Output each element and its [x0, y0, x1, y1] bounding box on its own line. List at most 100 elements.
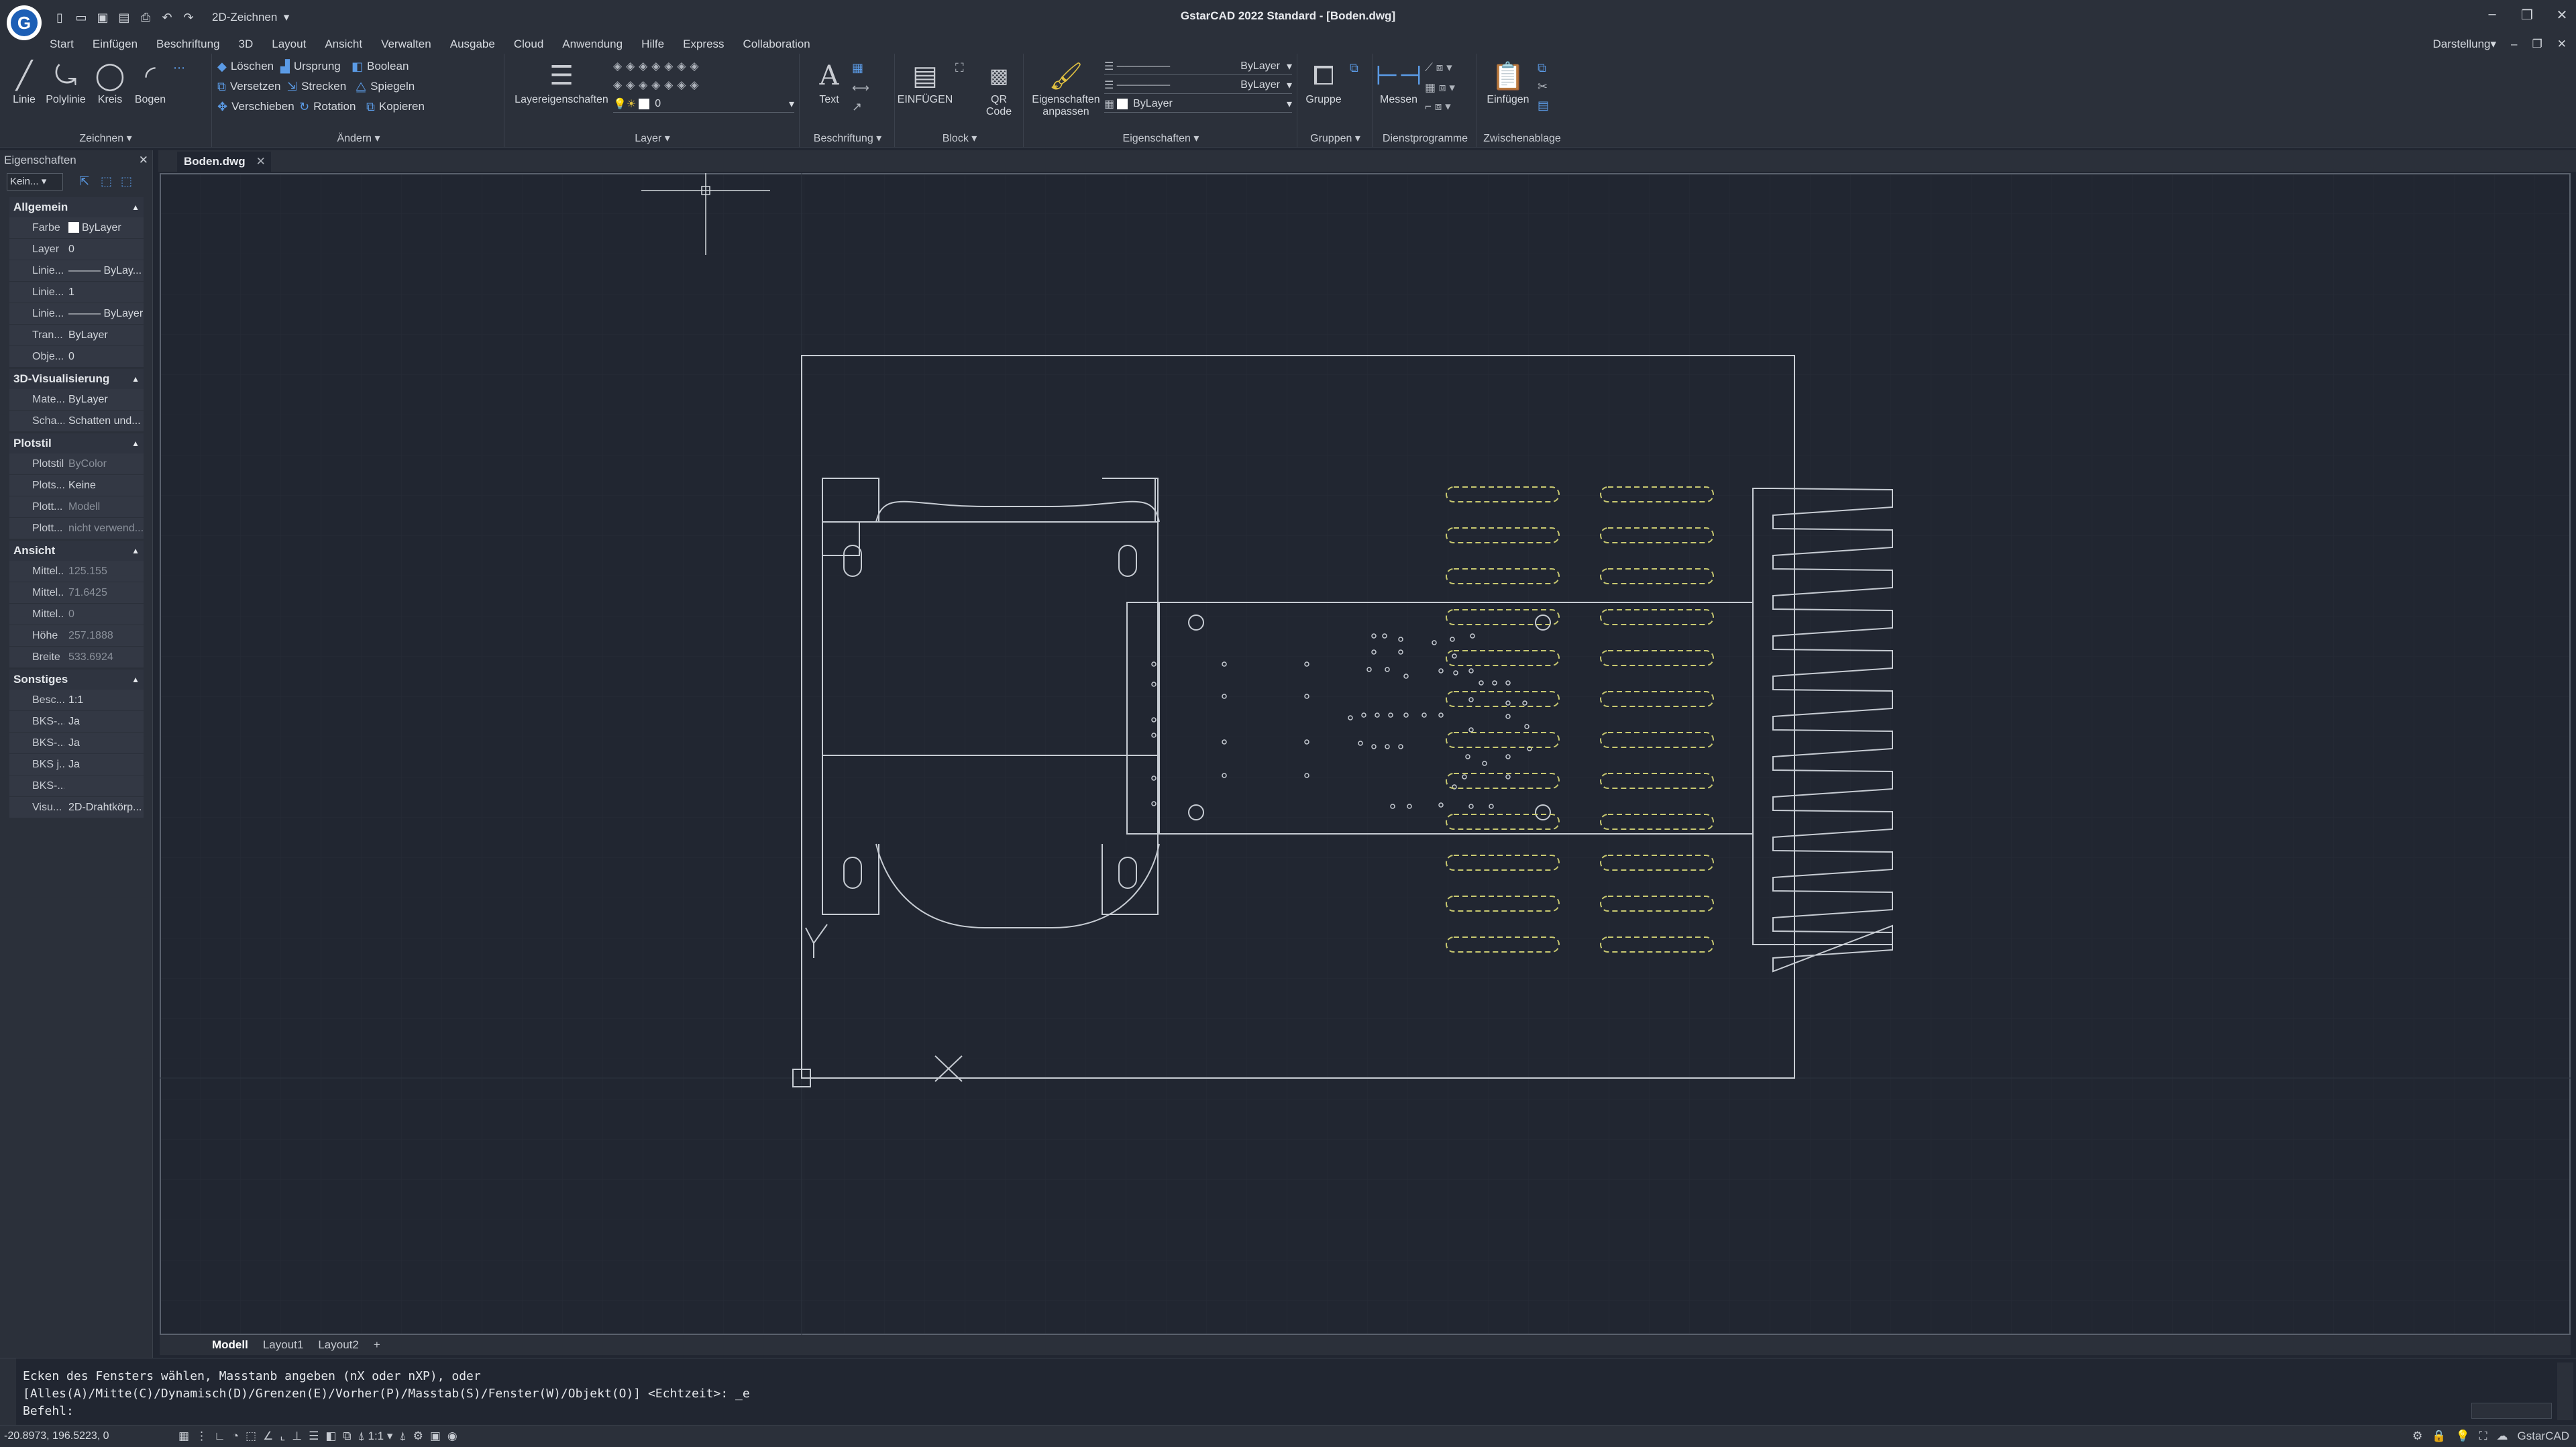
- gruppe-button[interactable]: ⧠ Gruppe: [1300, 58, 1347, 106]
- einfuegen-paste-button[interactable]: 📋 Einfügen: [1481, 58, 1535, 106]
- text-button[interactable]: A Text: [809, 58, 849, 106]
- redo-icon[interactable]: ↷: [181, 10, 196, 25]
- tool-kreis[interactable]: ◯ Kreis: [90, 58, 130, 106]
- verschieben-button[interactable]: ✥ Verschieben: [217, 98, 294, 115]
- prop-row[interactable]: BKS-... Ja: [9, 711, 144, 733]
- command-handle[interactable]: [0, 1358, 16, 1426]
- doc-restore-icon[interactable]: ❐: [2532, 38, 2542, 51]
- tool-bogen[interactable]: ◜ Bogen: [130, 58, 170, 106]
- prop-row[interactable]: BKS-... Ja: [9, 733, 144, 754]
- eigenschaften-anpassen-button[interactable]: 🖌 Eigenschaften anpassen: [1028, 58, 1104, 118]
- versetzen-button[interactable]: ⧉ Versetzen: [217, 78, 280, 95]
- prop-row[interactable]: Höhe 257.1888: [9, 625, 144, 647]
- doc-minimize-icon[interactable]: –: [2511, 38, 2517, 51]
- collapse-arrow-icon[interactable]: ▲: [131, 541, 140, 561]
- prop-row[interactable]: Linie... 1: [9, 282, 144, 303]
- dimension-icon[interactable]: ⟷: [852, 79, 869, 97]
- collapse-arrow-icon[interactable]: ▲: [131, 197, 140, 217]
- dyn-toggle-icon[interactable]: ⊥: [292, 1430, 302, 1443]
- collapse-arrow-icon[interactable]: ▲: [131, 669, 140, 690]
- prop-row[interactable]: Obje... 0: [9, 346, 144, 368]
- clean-screen-icon[interactable]: ⛶: [2479, 1430, 2487, 1443]
- panel-label-layer[interactable]: Layer ▾: [506, 131, 799, 145]
- copy-clip-icon[interactable]: ⧉: [1538, 59, 1546, 76]
- layereigenschaften-button[interactable]: ☰ Layereigenschaften: [511, 58, 612, 106]
- ortho-toggle-icon[interactable]: ∟: [214, 1430, 225, 1443]
- menu-verwalten[interactable]: Verwalten: [372, 36, 441, 52]
- panel-label-beschriftung[interactable]: Beschriftung ▾: [801, 131, 894, 145]
- boolean-button[interactable]: ◧ Boolean: [352, 58, 409, 75]
- selection-select[interactable]: Kein... ▾: [7, 173, 63, 191]
- ungroup-icon[interactable]: ⧉: [1350, 59, 1358, 76]
- grid-toggle-icon[interactable]: ▦: [178, 1430, 189, 1443]
- kopieren-button[interactable]: ⧉ Kopieren: [366, 98, 425, 115]
- strecken-button[interactable]: ⇲ Strecken: [287, 78, 346, 95]
- drawing-canvas[interactable]: [160, 173, 2571, 1335]
- clip-extra-icon[interactable]: ▤: [1538, 97, 1549, 114]
- workspace-icon[interactable]: ⚙: [413, 1430, 423, 1443]
- menu-collaboration[interactable]: Collaboration: [734, 36, 820, 52]
- prop-row[interactable]: Linie... ——— ByLay...: [9, 260, 144, 282]
- layout-icon[interactable]: ▣: [430, 1430, 441, 1443]
- menu-express[interactable]: Express: [674, 36, 733, 52]
- prop-row[interactable]: Mate... ByLayer: [9, 389, 144, 411]
- prop-row[interactable]: Plots... Keine: [9, 475, 144, 496]
- prop-row[interactable]: Tran... ByLayer: [9, 325, 144, 346]
- prop-row[interactable]: Farbe ByLayer: [9, 217, 144, 239]
- workspace-select[interactable]: 2D-Zeichnen ▾: [207, 8, 334, 27]
- select-objects-icon[interactable]: ⬚: [101, 174, 117, 191]
- loeschen-button[interactable]: ◆ Löschen: [217, 58, 274, 75]
- table-icon[interactable]: ▦: [852, 59, 863, 76]
- print-icon[interactable]: ⎙: [138, 10, 153, 25]
- tool-linie[interactable]: ╱ Linie: [4, 58, 44, 106]
- prop-row[interactable]: Mittel... 0: [9, 604, 144, 625]
- prop-row[interactable]: BKS-...: [9, 775, 144, 797]
- prop-section-header[interactable]: Sonstiges ▲: [9, 669, 144, 690]
- darstellung-menu[interactable]: Darstellung▾: [2432, 38, 2496, 51]
- tab-layout2[interactable]: Layout2: [314, 1338, 363, 1352]
- prop-row[interactable]: Plotstil ByColor: [9, 453, 144, 475]
- otrack-toggle-icon[interactable]: ∠: [263, 1430, 273, 1443]
- spiegeln-button[interactable]: ⧋ Spiegeln: [356, 78, 415, 95]
- prop-row[interactable]: Mittel... 71.6425: [9, 582, 144, 604]
- messen-button[interactable]: ⊢⊣ Messen: [1375, 58, 1422, 106]
- transparency-toggle-icon[interactable]: ◧: [325, 1430, 336, 1443]
- block-edit-icon[interactable]: ⛶: [955, 59, 964, 76]
- doc-tab-close-icon[interactable]: ✕: [256, 155, 266, 168]
- prop-row[interactable]: Layer 0: [9, 239, 144, 260]
- lineweight-toggle-icon[interactable]: ☰: [309, 1430, 319, 1443]
- layer-combo[interactable]: 💡☀ 0 ▾: [613, 95, 794, 113]
- panel-label-block[interactable]: Block ▾: [896, 131, 1023, 145]
- prop-row[interactable]: Visu... 2D-Drahtkörp...: [9, 797, 144, 818]
- command-scrollbar[interactable]: [2557, 1362, 2573, 1420]
- prop-section-header[interactable]: Ansicht ▲: [9, 541, 144, 561]
- draw-more-icon[interactable]: ⋯: [173, 59, 185, 76]
- polar-toggle-icon[interactable]: ◔: [232, 1430, 239, 1443]
- prop-row[interactable]: Mittel... 125.155: [9, 561, 144, 582]
- utility-row2[interactable]: ▦ ⧈ ▾: [1425, 79, 1455, 97]
- snap-toggle-icon[interactable]: ⋮: [196, 1430, 207, 1443]
- layer-tools-row1[interactable]: ◈◈◈◈◈◈◈: [613, 58, 703, 75]
- utility-row3[interactable]: ⌐ ⧈ ▾: [1425, 98, 1451, 115]
- close-icon[interactable]: ✕: [2555, 7, 2569, 24]
- new-file-icon[interactable]: ▯: [52, 10, 67, 25]
- prop-section-header[interactable]: Allgemein ▲: [9, 197, 144, 217]
- cut-icon[interactable]: ✂: [1538, 78, 1548, 95]
- selection-cycle-icon[interactable]: ⧉: [343, 1430, 351, 1443]
- minimize-icon[interactable]: –: [2485, 7, 2500, 24]
- menu-3d[interactable]: 3D: [229, 36, 263, 52]
- prop-row[interactable]: Besc... 1:1: [9, 690, 144, 711]
- lineweight-combo[interactable]: ☰ ─────── ByLayer ▾: [1104, 76, 1292, 94]
- prop-section-header[interactable]: 3D-Visualisierung ▲: [9, 369, 144, 389]
- menu-ansicht[interactable]: Ansicht: [315, 36, 372, 52]
- palette-close-icon[interactable]: ✕: [139, 150, 148, 170]
- isolate-icon[interactable]: ◉: [447, 1430, 458, 1443]
- linetype-combo[interactable]: ☰ ─────── ByLayer ▾: [1104, 58, 1292, 75]
- panel-label-zeichnen[interactable]: Zeichnen ▾: [0, 131, 211, 145]
- tool-polylinie[interactable]: ⤿ Polylinie: [46, 58, 86, 106]
- prop-row[interactable]: Scha... Schatten und...: [9, 411, 144, 432]
- settings-gear-icon[interactable]: ⚙: [2412, 1430, 2422, 1443]
- prop-section-header[interactable]: Plotstil ▲: [9, 433, 144, 453]
- prop-row[interactable]: Breite 533.6924: [9, 647, 144, 668]
- panel-label-dienstprogramme[interactable]: Dienstprogramme: [1374, 133, 1477, 145]
